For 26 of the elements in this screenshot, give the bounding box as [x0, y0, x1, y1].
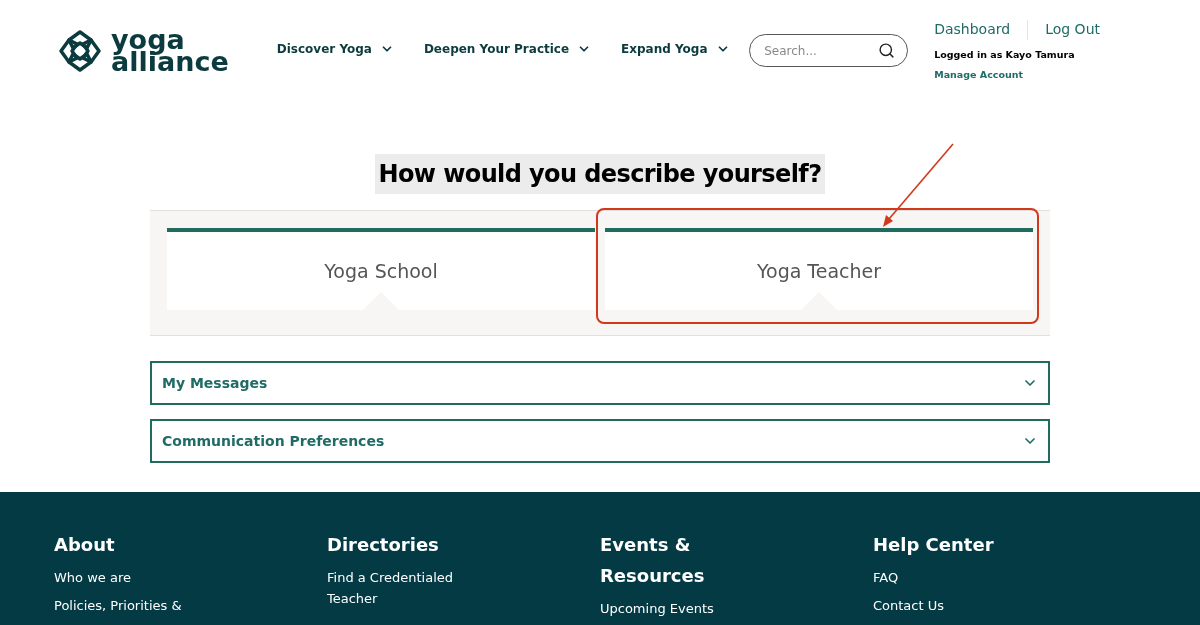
- footer-heading: Directories: [327, 533, 440, 557]
- account-link[interactable]: Dashboard: [934, 19, 1011, 40]
- footer-link[interactable]: Who we are: [54, 567, 204, 588]
- footer-link[interactable]: Upcoming Events: [600, 598, 750, 619]
- brand-name[interactable]: yoga alliance: [111, 29, 229, 73]
- account-link[interactable]: Log Out: [1045, 19, 1100, 40]
- footer-link[interactable]: Policies, Priorities &: [54, 595, 204, 616]
- nav-menu[interactable]: Expand Yoga: [621, 40, 730, 58]
- role-tab[interactable]: Yoga Teacher: [605, 228, 1033, 310]
- footer-link[interactable]: FAQ: [873, 567, 1023, 588]
- manage-account-link[interactable]: Manage Account: [934, 68, 1100, 83]
- search-icon: [878, 42, 896, 59]
- page-heading: How would you describe yourself?: [375, 154, 825, 194]
- footer-link[interactable]: Contact Us: [873, 595, 1023, 616]
- role-tab[interactable]: Yoga School: [167, 228, 595, 310]
- footer-heading: Help Center: [873, 533, 995, 557]
- nav-menu[interactable]: Discover Yoga: [276, 40, 394, 58]
- footer-link[interactable]: Find a Credentialed Teacher: [327, 567, 477, 609]
- nav-menu[interactable]: Deepen Your Practice: [423, 40, 592, 58]
- logged-in-text: Logged in as Kayo Tamura: [934, 48, 1076, 62]
- accordion-header[interactable]: My Messages: [150, 361, 1050, 405]
- search-field[interactable]: Search...: [749, 34, 909, 67]
- accordion-header[interactable]: Communication Preferences: [150, 419, 1050, 463]
- knot-logo-icon: [57, 28, 103, 74]
- footer-heading: Events & Resources: [600, 533, 706, 588]
- footer-heading: About: [54, 533, 116, 557]
